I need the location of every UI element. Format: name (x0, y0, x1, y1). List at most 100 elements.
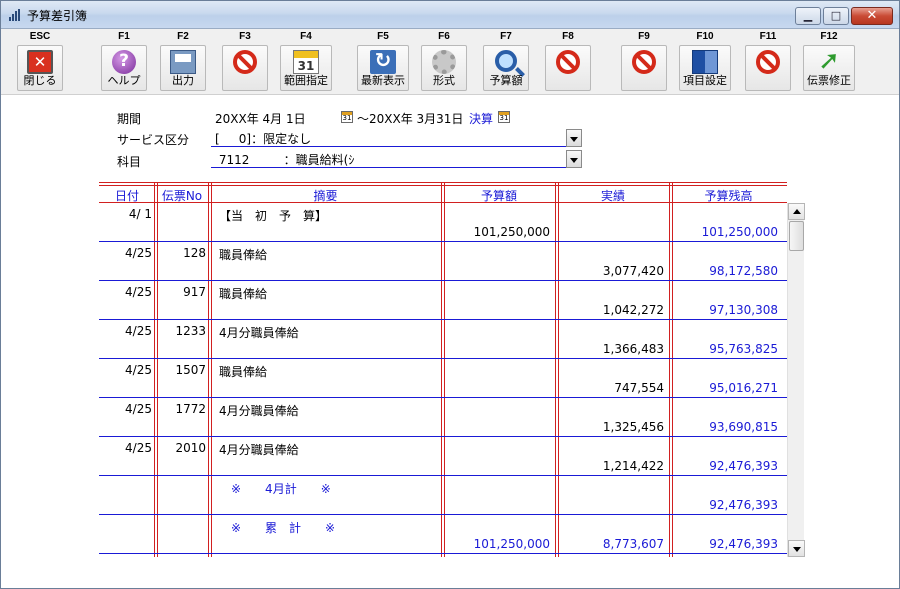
close-button[interactable]: 閉じる (17, 45, 63, 91)
cell-description: 職員俸給 (219, 365, 268, 379)
cell-date: 4/25 (125, 246, 152, 260)
cell-slip-no: 917 (183, 285, 206, 299)
disabled-icon (556, 50, 580, 74)
cell-balance: 95,016,271 (709, 381, 778, 395)
cell-slip-no: 2010 (175, 441, 206, 455)
cell-description: ※ 累 計 ※ (219, 521, 336, 535)
cell-slip-no: 128 (183, 246, 206, 260)
disabled-icon (756, 50, 780, 74)
chevron-down-icon[interactable] (566, 150, 582, 168)
table-row[interactable]: 4/25 2010 4月分職員俸給 1,214,422 92,476,393 (99, 437, 787, 476)
range-button-label: 範囲指定 (284, 74, 328, 87)
help-button[interactable]: ヘルプ (101, 45, 147, 91)
minimize-button[interactable]: ▁ (795, 7, 821, 25)
budget-amount-button[interactable]: 予算額 (483, 45, 529, 91)
scroll-down-icon[interactable] (788, 540, 805, 557)
cell-balance: 92,476,393 (709, 498, 778, 512)
fkey-f3-key: F3 (239, 31, 251, 42)
cell-slip-no: 1772 (175, 402, 206, 416)
column-header-description[interactable]: 摘要 (209, 187, 442, 203)
close-x-icon: ✕ (866, 8, 878, 23)
settlement-link[interactable]: 決算 (469, 110, 493, 127)
service-select-value: [ 0]：限定なし (215, 132, 312, 146)
fkey-f7-key: F7 (500, 31, 512, 42)
table-row[interactable]: 4/25 917 職員俸給 1,042,272 97,130,308 (99, 281, 787, 320)
cell-description: 職員俸給 (219, 248, 268, 262)
window-title: 予算差引簿 (27, 9, 88, 23)
period-to-calendar-icon[interactable] (498, 111, 510, 123)
row-divider (99, 553, 787, 554)
close-window-button[interactable]: ✕ (851, 7, 893, 25)
period-from-calendar-icon[interactable] (341, 111, 353, 123)
table-row[interactable]: 4/25 1772 4月分職員俸給 1,325,456 93,690,815 (99, 398, 787, 437)
fkey-f10: F10 項目設定 (678, 31, 732, 91)
f3-disabled-button[interactable] (222, 45, 268, 91)
fkey-f7: F7 予算額 (479, 31, 533, 91)
cell-balance: 95,763,825 (709, 342, 778, 356)
cell-date: 4/25 (125, 402, 152, 416)
cell-slip-no: 1233 (175, 324, 206, 338)
cell-actual: 1,366,483 (602, 342, 664, 356)
service-select[interactable]: [ 0]：限定なし (211, 129, 582, 147)
fkey-f12-key: F12 (820, 31, 838, 42)
column-header-balance[interactable]: 予算残高 (670, 187, 787, 203)
fkey-f6-key: F6 (438, 31, 450, 42)
table-row[interactable]: ※ 累 計 ※ 101,250,000 8,773,607 92,476,393 (99, 515, 787, 554)
table-row[interactable]: 4/ 1 【当 初 予 算】 101,250,000 101,250,000 (99, 203, 787, 242)
cell-date: 4/25 (125, 324, 152, 338)
cell-budget: 101,250,000 (473, 225, 550, 239)
fkey-esc: ESC 閉じる (13, 31, 67, 91)
account-select[interactable]: 7112 ：職員給料(ｼ (211, 150, 582, 168)
fkey-f11: F11 (741, 31, 795, 91)
account-select-value: 7112 ：職員給料(ｼ (215, 153, 355, 167)
fkey-f9-key: F9 (638, 31, 650, 42)
output-button-label: 出力 (172, 74, 194, 87)
f11-disabled-button[interactable] (745, 45, 791, 91)
column-header-budget[interactable]: 予算額 (442, 187, 556, 203)
table-row[interactable]: ※ 4月計 ※ 92,476,393 (99, 476, 787, 515)
period-to-value[interactable]: ～20XX年 3月31日 (357, 110, 463, 127)
table-row[interactable]: 4/25 1507 職員俸給 747,554 95,016,271 (99, 359, 787, 398)
title-bar[interactable]: 予算差引簿 ▁ □ ✕ (1, 1, 899, 29)
scroll-thumb[interactable] (789, 221, 804, 251)
refresh-button[interactable]: 最新表示 (357, 45, 409, 91)
close-icon (27, 50, 53, 74)
function-key-toolbar: ESC 閉じる F1 ヘルプ F2 出力 F3 (1, 29, 899, 95)
cell-actual: 1,042,272 (602, 303, 664, 317)
item-settings-button[interactable]: 項目設定 (679, 45, 731, 91)
fkey-f11-key: F11 (759, 31, 777, 42)
scroll-up-icon[interactable] (788, 203, 805, 220)
maximize-button[interactable]: □ (823, 7, 849, 25)
cell-description: 4月分職員俸給 (219, 443, 299, 457)
format-button[interactable]: 形式 (421, 45, 467, 91)
chevron-down-icon[interactable] (566, 129, 582, 147)
column-header-date[interactable]: 日付 (99, 187, 155, 203)
filter-form: 期間 20XX年 4月 1日 ～20XX年 3月31日 決算 サービス区分 [ … (1, 96, 899, 176)
column-header-slip-no[interactable]: 伝票No (155, 187, 209, 203)
app-window: 予算差引簿 ▁ □ ✕ ESC 閉じる F1 ヘルプ F2 出力 (0, 0, 900, 589)
account-label: 科目 (117, 155, 142, 169)
output-button[interactable]: 出力 (160, 45, 206, 91)
table-row[interactable]: 4/25 128 職員俸給 3,077,420 98,172,580 (99, 242, 787, 281)
edit-slip-button[interactable]: 伝票修正 (803, 45, 855, 91)
cell-description: 4月分職員俸給 (219, 326, 299, 340)
f8-disabled-button[interactable] (545, 45, 591, 91)
cell-balance: 92,476,393 (709, 537, 778, 551)
cell-actual: 8,773,607 (602, 537, 664, 551)
f9-disabled-button[interactable] (621, 45, 667, 91)
service-label: サービス区分 (117, 133, 190, 147)
vertical-scrollbar[interactable] (787, 203, 805, 557)
table-row[interactable]: 4/25 1233 4月分職員俸給 1,366,483 95,763,825 (99, 320, 787, 359)
cell-actual: 747,554 (614, 381, 664, 395)
column-header-actual[interactable]: 実績 (556, 187, 670, 203)
period-from-value[interactable]: 20XX年 4月 1日 (215, 110, 306, 127)
minimize-icon: ▁ (803, 9, 813, 22)
cell-balance: 98,172,580 (709, 264, 778, 278)
fkey-f4-key: F4 (300, 31, 312, 42)
fkey-f4: F4 範囲指定 (279, 31, 333, 91)
maximize-icon: □ (830, 9, 842, 22)
cell-description: 【当 初 予 算】 (219, 209, 328, 223)
close-button-label: 閉じる (23, 74, 57, 87)
item-settings-button-label: 項目設定 (683, 74, 727, 87)
range-button[interactable]: 範囲指定 (280, 45, 332, 91)
